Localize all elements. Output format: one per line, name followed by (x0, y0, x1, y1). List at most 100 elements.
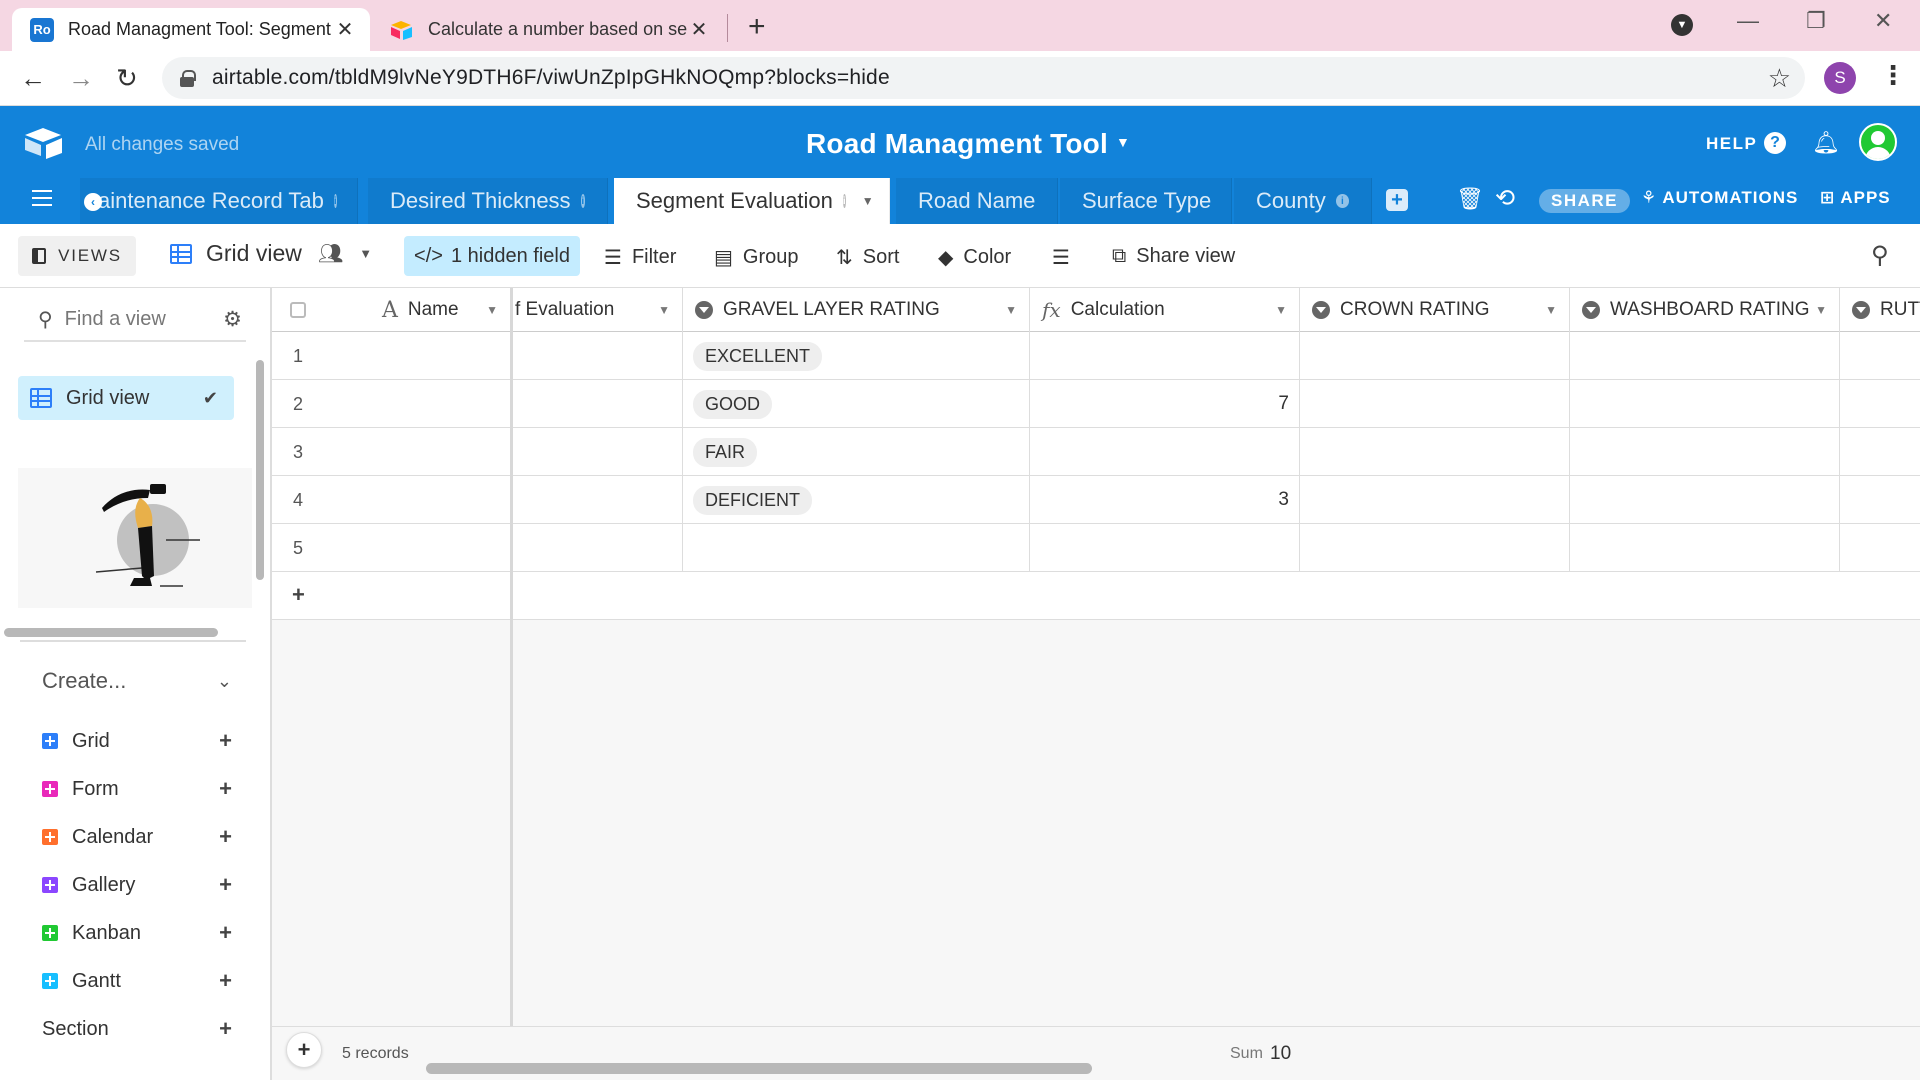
gravel-rating-cell[interactable]: DEFICIENT (683, 476, 1030, 524)
caret-down-icon[interactable]: ▼ (862, 194, 874, 208)
header-gravel-layer-rating[interactable]: GRAVEL LAYER RATING ▼ (683, 288, 1030, 332)
evaluation-cell[interactable] (513, 428, 683, 476)
history-icon[interactable]: ⟲ (1495, 184, 1515, 213)
new-tab-icon[interactable]: + (748, 10, 766, 44)
info-icon[interactable]: i (842, 194, 846, 208)
scroll-tabs-left-icon[interactable]: ‹ (84, 193, 102, 211)
washboard-rating-cell[interactable] (1570, 524, 1840, 572)
hidden-fields-button[interactable]: </> 1 hidden field (404, 236, 580, 276)
caret-down-icon[interactable]: ▼ (1275, 303, 1287, 317)
gravel-rating-cell[interactable]: FAIR (683, 428, 1030, 476)
add-record-button[interactable]: + (286, 1032, 322, 1068)
url-input[interactable]: airtable.com/tbldM9lvNeY9DTH6F/viwUnZpIp… (162, 57, 1805, 99)
window-close-icon[interactable]: ✕ (1874, 8, 1892, 34)
calculation-cell[interactable] (1030, 332, 1300, 380)
caret-down-icon[interactable]: ▼ (1005, 303, 1017, 317)
create-gallery-view[interactable]: Gallery + (42, 872, 232, 898)
profile-avatar[interactable]: S (1824, 62, 1856, 94)
base-title[interactable]: Road Managment Tool ▼ (806, 128, 1130, 160)
share-view-button[interactable]: ⧉ Share view (1112, 245, 1235, 268)
info-icon[interactable]: i (580, 194, 585, 208)
gravel-rating-cell[interactable]: GOOD (683, 380, 1030, 428)
automations-button[interactable]: ⚘ AUTOMATIONS (1641, 188, 1798, 208)
header-washboard-rating[interactable]: WASHBOARD RATING ▼ (1570, 288, 1840, 332)
search-icon[interactable]: ⚲ (1871, 241, 1889, 270)
crown-rating-cell[interactable] (1300, 428, 1570, 476)
header-crown-rating[interactable]: CROWN RATING ▼ (1300, 288, 1570, 332)
airtable-home-icon[interactable] (24, 126, 64, 160)
sum-label[interactable]: Sum (1230, 1045, 1263, 1063)
row-height-button[interactable]: ☰ (1052, 245, 1080, 270)
washboard-rating-cell[interactable] (1570, 332, 1840, 380)
header-name-column[interactable]: A Name ▼ (272, 288, 510, 332)
evaluation-cell[interactable] (513, 332, 683, 380)
sidebar-horizontal-scrollbar[interactable] (4, 628, 218, 637)
plus-icon[interactable]: + (219, 872, 232, 898)
plus-icon[interactable]: + (219, 824, 232, 850)
lock-icon[interactable] (180, 70, 196, 87)
create-section[interactable]: Section + (42, 1016, 232, 1042)
create-grid-view[interactable]: Grid + (42, 728, 232, 754)
forward-icon[interactable]: → (68, 63, 94, 94)
minimize-icon[interactable]: — (1737, 8, 1759, 34)
browser-tab-calculate[interactable]: Calculate a number based on sel ✕ (372, 8, 724, 51)
close-tab-icon[interactable]: ✕ (688, 17, 710, 42)
calculation-cell[interactable] (1030, 428, 1300, 476)
gravel-rating-cell[interactable] (683, 524, 1030, 572)
user-avatar[interactable] (1859, 123, 1897, 161)
caret-down-icon[interactable]: ▼ (1815, 303, 1827, 317)
create-kanban-view[interactable]: Kanban + (42, 920, 232, 946)
gravel-rating-cell[interactable]: EXCELLENT (683, 332, 1030, 380)
tab-surface-type[interactable]: Surface Type (1060, 178, 1232, 224)
info-icon[interactable]: i (333, 194, 337, 208)
plus-icon[interactable]: + (219, 776, 232, 802)
plus-icon[interactable]: + (219, 728, 232, 754)
plus-icon[interactable]: + (219, 1016, 232, 1042)
evaluation-cell[interactable] (513, 524, 683, 572)
reload-icon[interactable]: ↻ (116, 63, 138, 94)
crown-rating-cell[interactable] (1300, 476, 1570, 524)
plus-icon[interactable]: + (292, 582, 305, 608)
create-form-view[interactable]: Form + (42, 776, 232, 802)
help-button[interactable]: HELP (1706, 134, 1757, 154)
sidebar-item-grid-view[interactable]: Grid view ✔ (18, 376, 234, 420)
bookmark-star-icon[interactable]: ☆ (1768, 63, 1791, 94)
tab-segment-evaluation[interactable]: Segment Evaluation i ▼ (614, 178, 890, 224)
header-calculation[interactable]: fx Calculation ▼ (1030, 288, 1300, 332)
table-row[interactable]: 5 (272, 524, 1920, 572)
washboard-rating-cell[interactable] (1570, 380, 1840, 428)
group-button[interactable]: ▤ Group (714, 245, 799, 270)
browser-menu-icon[interactable]: ⋮ (1880, 60, 1906, 91)
find-view-input[interactable]: ⚲ Find a view ⚙ (24, 298, 246, 342)
tab-maintenance-record[interactable]: aintenance Record Tab i (80, 178, 358, 224)
create-gantt-view[interactable]: Gantt + (42, 968, 232, 994)
calculation-cell[interactable]: 7 (1030, 380, 1300, 428)
info-icon[interactable]: i (1335, 194, 1349, 208)
menu-icon[interactable] (32, 190, 52, 206)
header-rutting-column[interactable]: RUTT (1840, 288, 1920, 332)
close-tab-icon[interactable]: ✕ (334, 17, 356, 42)
browser-tab-airtable[interactable]: Ro Road Managment Tool: Segment ✕ (12, 8, 370, 51)
create-view-toggle[interactable]: Create... ⌄ (42, 668, 232, 694)
washboard-rating-cell[interactable] (1570, 476, 1840, 524)
sort-button[interactable]: ⇅ Sort (836, 245, 899, 270)
plus-icon[interactable]: + (219, 920, 232, 946)
grid-horizontal-scrollbar[interactable] (426, 1063, 1092, 1074)
calculation-cell[interactable]: 3 (1030, 476, 1300, 524)
gear-icon[interactable]: ⚙ (223, 307, 242, 332)
restore-icon[interactable]: ❐ (1806, 8, 1826, 34)
help-icon[interactable]: ? (1764, 132, 1786, 154)
tab-search-icon[interactable]: ▼ (1671, 14, 1693, 36)
plus-icon[interactable]: + (219, 968, 232, 994)
header-evaluation-column[interactable]: f Evaluation ▼ (513, 288, 683, 332)
apps-button[interactable]: ⊞ APPS (1820, 188, 1891, 208)
sidebar-scrollbar[interactable] (256, 360, 264, 580)
add-table-icon[interactable]: + (1386, 189, 1408, 211)
add-record-row[interactable]: + (272, 572, 1920, 620)
trash-icon[interactable]: 🗑︎ (1456, 186, 1484, 212)
color-button[interactable]: ◆ Color (938, 245, 1011, 270)
view-switcher[interactable]: Grid view 👥︎ ▼ (170, 240, 372, 267)
table-row[interactable]: 3 FAIR (272, 428, 1920, 476)
tab-county[interactable]: County i (1234, 178, 1372, 224)
caret-down-icon[interactable]: ▼ (486, 303, 498, 317)
